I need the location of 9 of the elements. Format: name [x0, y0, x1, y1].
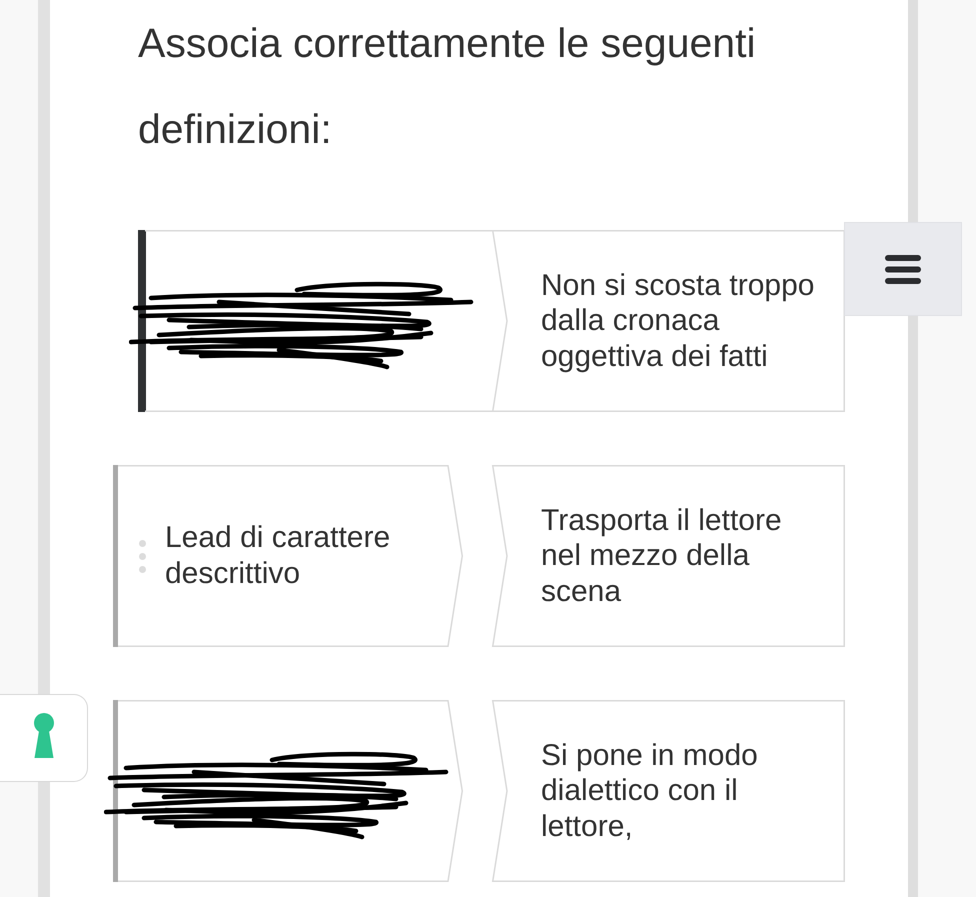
question-title: Associa correttamente le seguenti definizioni: — [137, 19, 757, 154]
menu-icon — [885, 254, 921, 284]
menu-button[interactable] — [844, 222, 962, 316]
definition-text: Non si scosta troppo dalla cronaca oggettiva dei fatti — [541, 268, 816, 374]
keyhole-icon — [34, 712, 54, 758]
drag-handle-icon[interactable] — [139, 540, 146, 572]
definition-text: Si pone in modo dialettico con il lettore, — [541, 738, 759, 844]
definition-text: Trasporta il lettore nel mezzo della scena — [541, 502, 783, 610]
term-card[interactable]: Lead di carattere descrittivo — [113, 465, 463, 647]
